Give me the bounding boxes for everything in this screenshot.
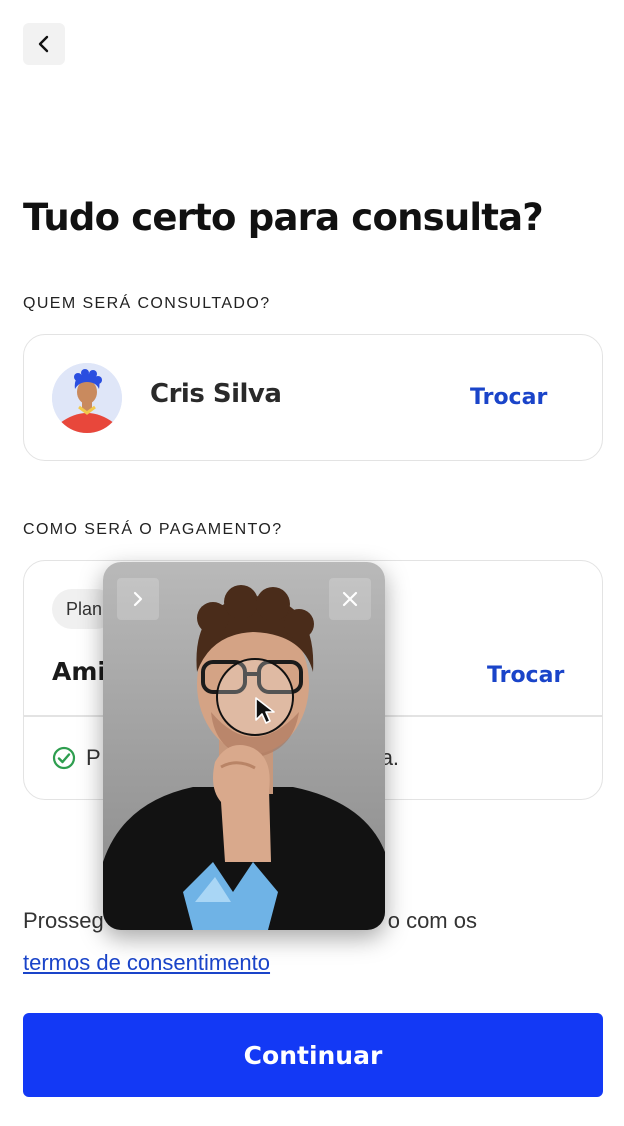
video-expand-button[interactable]	[117, 578, 159, 620]
chevron-left-icon	[38, 35, 49, 53]
video-close-button[interactable]	[329, 578, 371, 620]
consent-terms-link[interactable]: termos de consentimento	[23, 948, 270, 978]
chevron-right-icon	[133, 591, 143, 607]
back-button[interactable]	[23, 23, 65, 65]
avatar	[52, 363, 122, 433]
change-payment-link[interactable]: Trocar	[487, 663, 564, 688]
video-overlay[interactable]	[103, 562, 385, 930]
patient-section-label: QUEM SERÁ CONSULTADO?	[23, 295, 271, 312]
coverage-text-start: P	[86, 745, 101, 770]
continue-button-label: Continuar	[243, 1040, 383, 1070]
patient-card: Cris Silva Trocar	[23, 334, 603, 461]
continue-button[interactable]: Continuar	[23, 1013, 603, 1097]
close-icon	[342, 591, 358, 607]
plan-name: Ami	[52, 657, 106, 686]
page-title: Tudo certo para consulta?	[23, 196, 544, 239]
consent-text-start: Prosseg	[23, 908, 104, 933]
payment-section-label: COMO SERÁ O PAGAMENTO?	[23, 521, 283, 538]
change-patient-link[interactable]: Trocar	[470, 385, 547, 410]
consent-text-end: o com os	[387, 908, 477, 933]
patient-name: Cris Silva	[150, 379, 282, 409]
pointer-cursor-icon	[255, 697, 275, 724]
check-circle-icon	[52, 746, 76, 770]
